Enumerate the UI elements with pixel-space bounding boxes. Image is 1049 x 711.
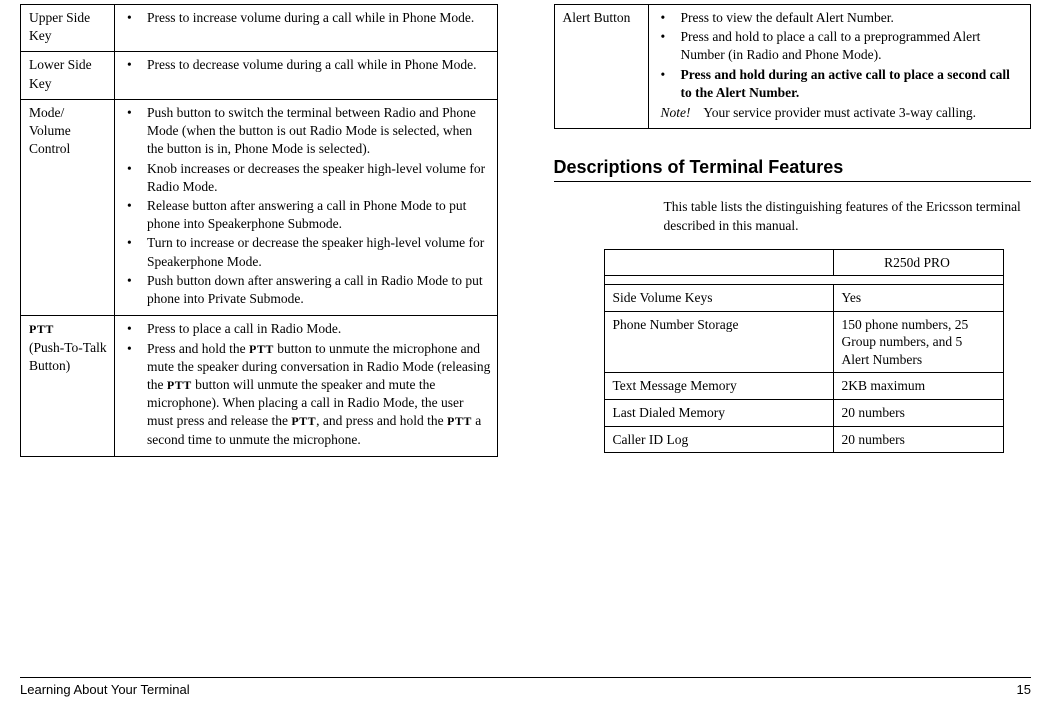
bullet-item: Press and hold during an active call to … bbox=[657, 66, 1025, 102]
table-row: Last Dialed Memory20 numbers bbox=[604, 400, 1003, 427]
bullet-item: Press to increase volume during a call w… bbox=[123, 9, 491, 27]
bullet-list: Press to view the default Alert Number.P… bbox=[657, 9, 1025, 102]
bullet-item: Press to decrease volume during a call w… bbox=[123, 56, 491, 74]
feature-name: Caller ID Log bbox=[604, 426, 833, 453]
section-intro: This table lists the distinguishing feat… bbox=[664, 198, 1032, 234]
bullet-item: Turn to increase or decrease the speaker… bbox=[123, 234, 491, 270]
bullet-item: Press and hold to place a call to a prep… bbox=[657, 28, 1025, 64]
right-column: Alert ButtonPress to view the default Al… bbox=[554, 4, 1032, 457]
bullet-item: Press to place a call in Radio Mode. bbox=[123, 320, 491, 338]
feature-value: 2KB maximum bbox=[833, 373, 1003, 400]
footer-left: Learning About Your Terminal bbox=[20, 682, 190, 697]
table-row: Phone Number Storage150 phone numbers, 2… bbox=[604, 311, 1003, 373]
features-table: R250d PRO Side Volume KeysYesPhone Numbe… bbox=[604, 249, 1004, 453]
bullet-item: Press and hold the PTT button to unmute … bbox=[123, 340, 491, 449]
bullet-item: Press to view the default Alert Number. bbox=[657, 9, 1025, 27]
feature-value: Yes bbox=[833, 285, 1003, 312]
footer-right: 15 bbox=[1017, 682, 1031, 697]
bullet-list: Push button to switch the terminal betwe… bbox=[123, 104, 491, 308]
bullet-item: Knob increases or decreases the speaker … bbox=[123, 160, 491, 196]
feature-name: Text Message Memory bbox=[604, 373, 833, 400]
bullet-item: Push button to switch the terminal betwe… bbox=[123, 104, 491, 159]
bullet-list: Press to decrease volume during a call w… bbox=[123, 56, 491, 74]
feature-value: 20 numbers bbox=[833, 426, 1003, 453]
row-label: PTT(Push-To-Talk Button) bbox=[21, 316, 115, 457]
table-row: Lower Side Key Press to decrease volume d… bbox=[21, 52, 498, 99]
table-row: Text Message Memory2KB maximum bbox=[604, 373, 1003, 400]
row-content: Press to increase volume during a call w… bbox=[115, 5, 498, 52]
row-content: Push button to switch the terminal betwe… bbox=[115, 99, 498, 315]
row-content: Press to decrease volume during a call w… bbox=[115, 52, 498, 99]
feature-name: Side Volume Keys bbox=[604, 285, 833, 312]
bullet-list: Press to place a call in Radio Mode. Pres… bbox=[123, 320, 491, 449]
row-content: Press to view the default Alert Number.P… bbox=[648, 5, 1031, 129]
row-label: Upper Side Key bbox=[21, 5, 115, 52]
row-label: Lower Side Key bbox=[21, 52, 115, 99]
bullet-item: Push button down after answering a call … bbox=[123, 272, 491, 308]
controls-table-left: Upper Side Key Press to increase volume d… bbox=[20, 4, 498, 457]
controls-table-right: Alert ButtonPress to view the default Al… bbox=[554, 4, 1032, 129]
left-column: Upper Side Key Press to increase volume d… bbox=[20, 4, 498, 457]
features-header-model: R250d PRO bbox=[833, 249, 1003, 276]
table-row: Caller ID Log20 numbers bbox=[604, 426, 1003, 453]
row-label: Mode/Volume Control bbox=[21, 99, 115, 315]
section-title: Descriptions of Terminal Features bbox=[554, 157, 1032, 178]
page-footer: Learning About Your Terminal 15 bbox=[20, 677, 1031, 697]
feature-value: 150 phone numbers, 25 Group numbers, and… bbox=[833, 311, 1003, 373]
table-row: Upper Side Key Press to increase volume d… bbox=[21, 5, 498, 52]
row-content: Press to place a call in Radio Mode. Pres… bbox=[115, 316, 498, 457]
table-row: PTT(Push-To-Talk Button)Press to place a… bbox=[21, 316, 498, 457]
bullet-item: Release button after answering a call in… bbox=[123, 197, 491, 233]
table-row: Side Volume KeysYes bbox=[604, 285, 1003, 312]
feature-value: 20 numbers bbox=[833, 400, 1003, 427]
section-rule bbox=[554, 181, 1032, 182]
note: Note! Your service provider must activat… bbox=[657, 104, 1025, 122]
feature-name: Phone Number Storage bbox=[604, 311, 833, 373]
table-row: Alert ButtonPress to view the default Al… bbox=[554, 5, 1031, 129]
features-header-empty bbox=[604, 249, 833, 276]
table-row: Mode/Volume ControlPush button to switch… bbox=[21, 99, 498, 315]
feature-name: Last Dialed Memory bbox=[604, 400, 833, 427]
row-label: Alert Button bbox=[554, 5, 648, 129]
bullet-list: Press to increase volume during a call w… bbox=[123, 9, 491, 27]
